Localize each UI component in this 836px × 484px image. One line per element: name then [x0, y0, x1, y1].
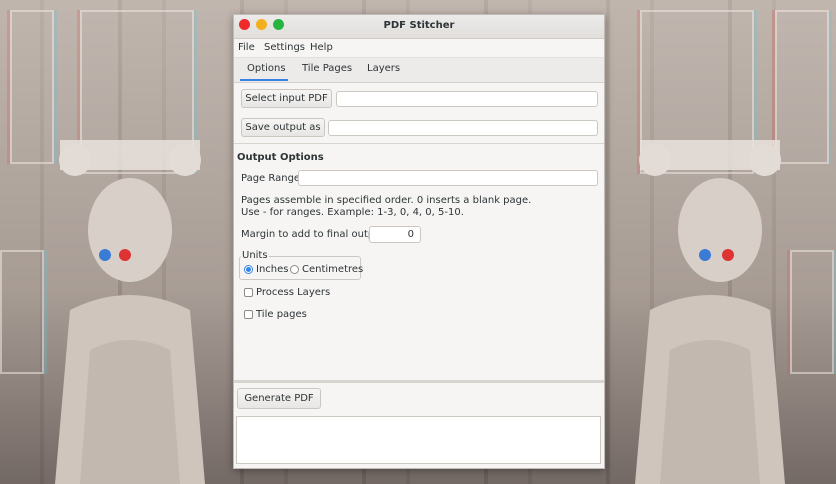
page-range-label: Page Range:: [241, 173, 304, 184]
titlebar[interactable]: PDF Stitcher: [234, 15, 604, 39]
output-pdf-path-field[interactable]: [328, 120, 598, 136]
margin-spinbox[interactable]: 0: [369, 226, 421, 243]
tab-tile-pages[interactable]: Tile Pages: [302, 63, 352, 74]
units-centimetres-radio[interactable]: [290, 265, 299, 274]
units-inches-label[interactable]: Inches: [256, 264, 289, 275]
output-options-heading: Output Options: [237, 152, 324, 163]
statue-left-image: [55, 140, 205, 484]
tab-layers[interactable]: Layers: [367, 63, 400, 74]
page-range-field[interactable]: [298, 170, 598, 186]
menubar: File Settings Help: [234, 39, 604, 58]
separator: [234, 143, 604, 144]
output-log-textview[interactable]: [236, 416, 601, 464]
select-input-pdf-button[interactable]: Select input PDF: [241, 89, 332, 108]
margin-label: Margin to add to final output:: [241, 229, 388, 240]
pane-separator[interactable]: [234, 380, 604, 383]
app-window: PDF Stitcher File Settings Help Options …: [233, 14, 605, 469]
active-tab-indicator: [240, 79, 288, 81]
units-inches-radio[interactable]: [244, 265, 253, 274]
input-pdf-path-field[interactable]: [336, 91, 598, 107]
page-range-help-line1: Pages assemble in specified order. 0 ins…: [241, 195, 532, 206]
menu-file[interactable]: File: [238, 42, 255, 53]
units-centimetres-label[interactable]: Centimetres: [302, 264, 363, 275]
generate-pdf-button[interactable]: Generate PDF: [237, 388, 321, 409]
tile-pages-label[interactable]: Tile pages: [256, 309, 307, 320]
save-output-as-button[interactable]: Save output as: [241, 118, 325, 137]
statue-right-image: [635, 140, 785, 484]
tile-pages-checkbox[interactable]: [244, 310, 253, 319]
tab-options[interactable]: Options: [247, 63, 286, 74]
tab-bar: Options Tile Pages Layers: [234, 58, 604, 83]
window-title: PDF Stitcher: [383, 20, 455, 31]
process-layers-label[interactable]: Process Layers: [256, 287, 330, 298]
process-layers-checkbox[interactable]: [244, 288, 253, 297]
menu-settings[interactable]: Settings: [264, 42, 305, 53]
menu-help[interactable]: Help: [310, 42, 333, 53]
page-range-help-line2: Use - for ranges. Example: 1-3, 0, 4, 0,…: [241, 207, 464, 218]
units-label: Units: [241, 250, 269, 261]
